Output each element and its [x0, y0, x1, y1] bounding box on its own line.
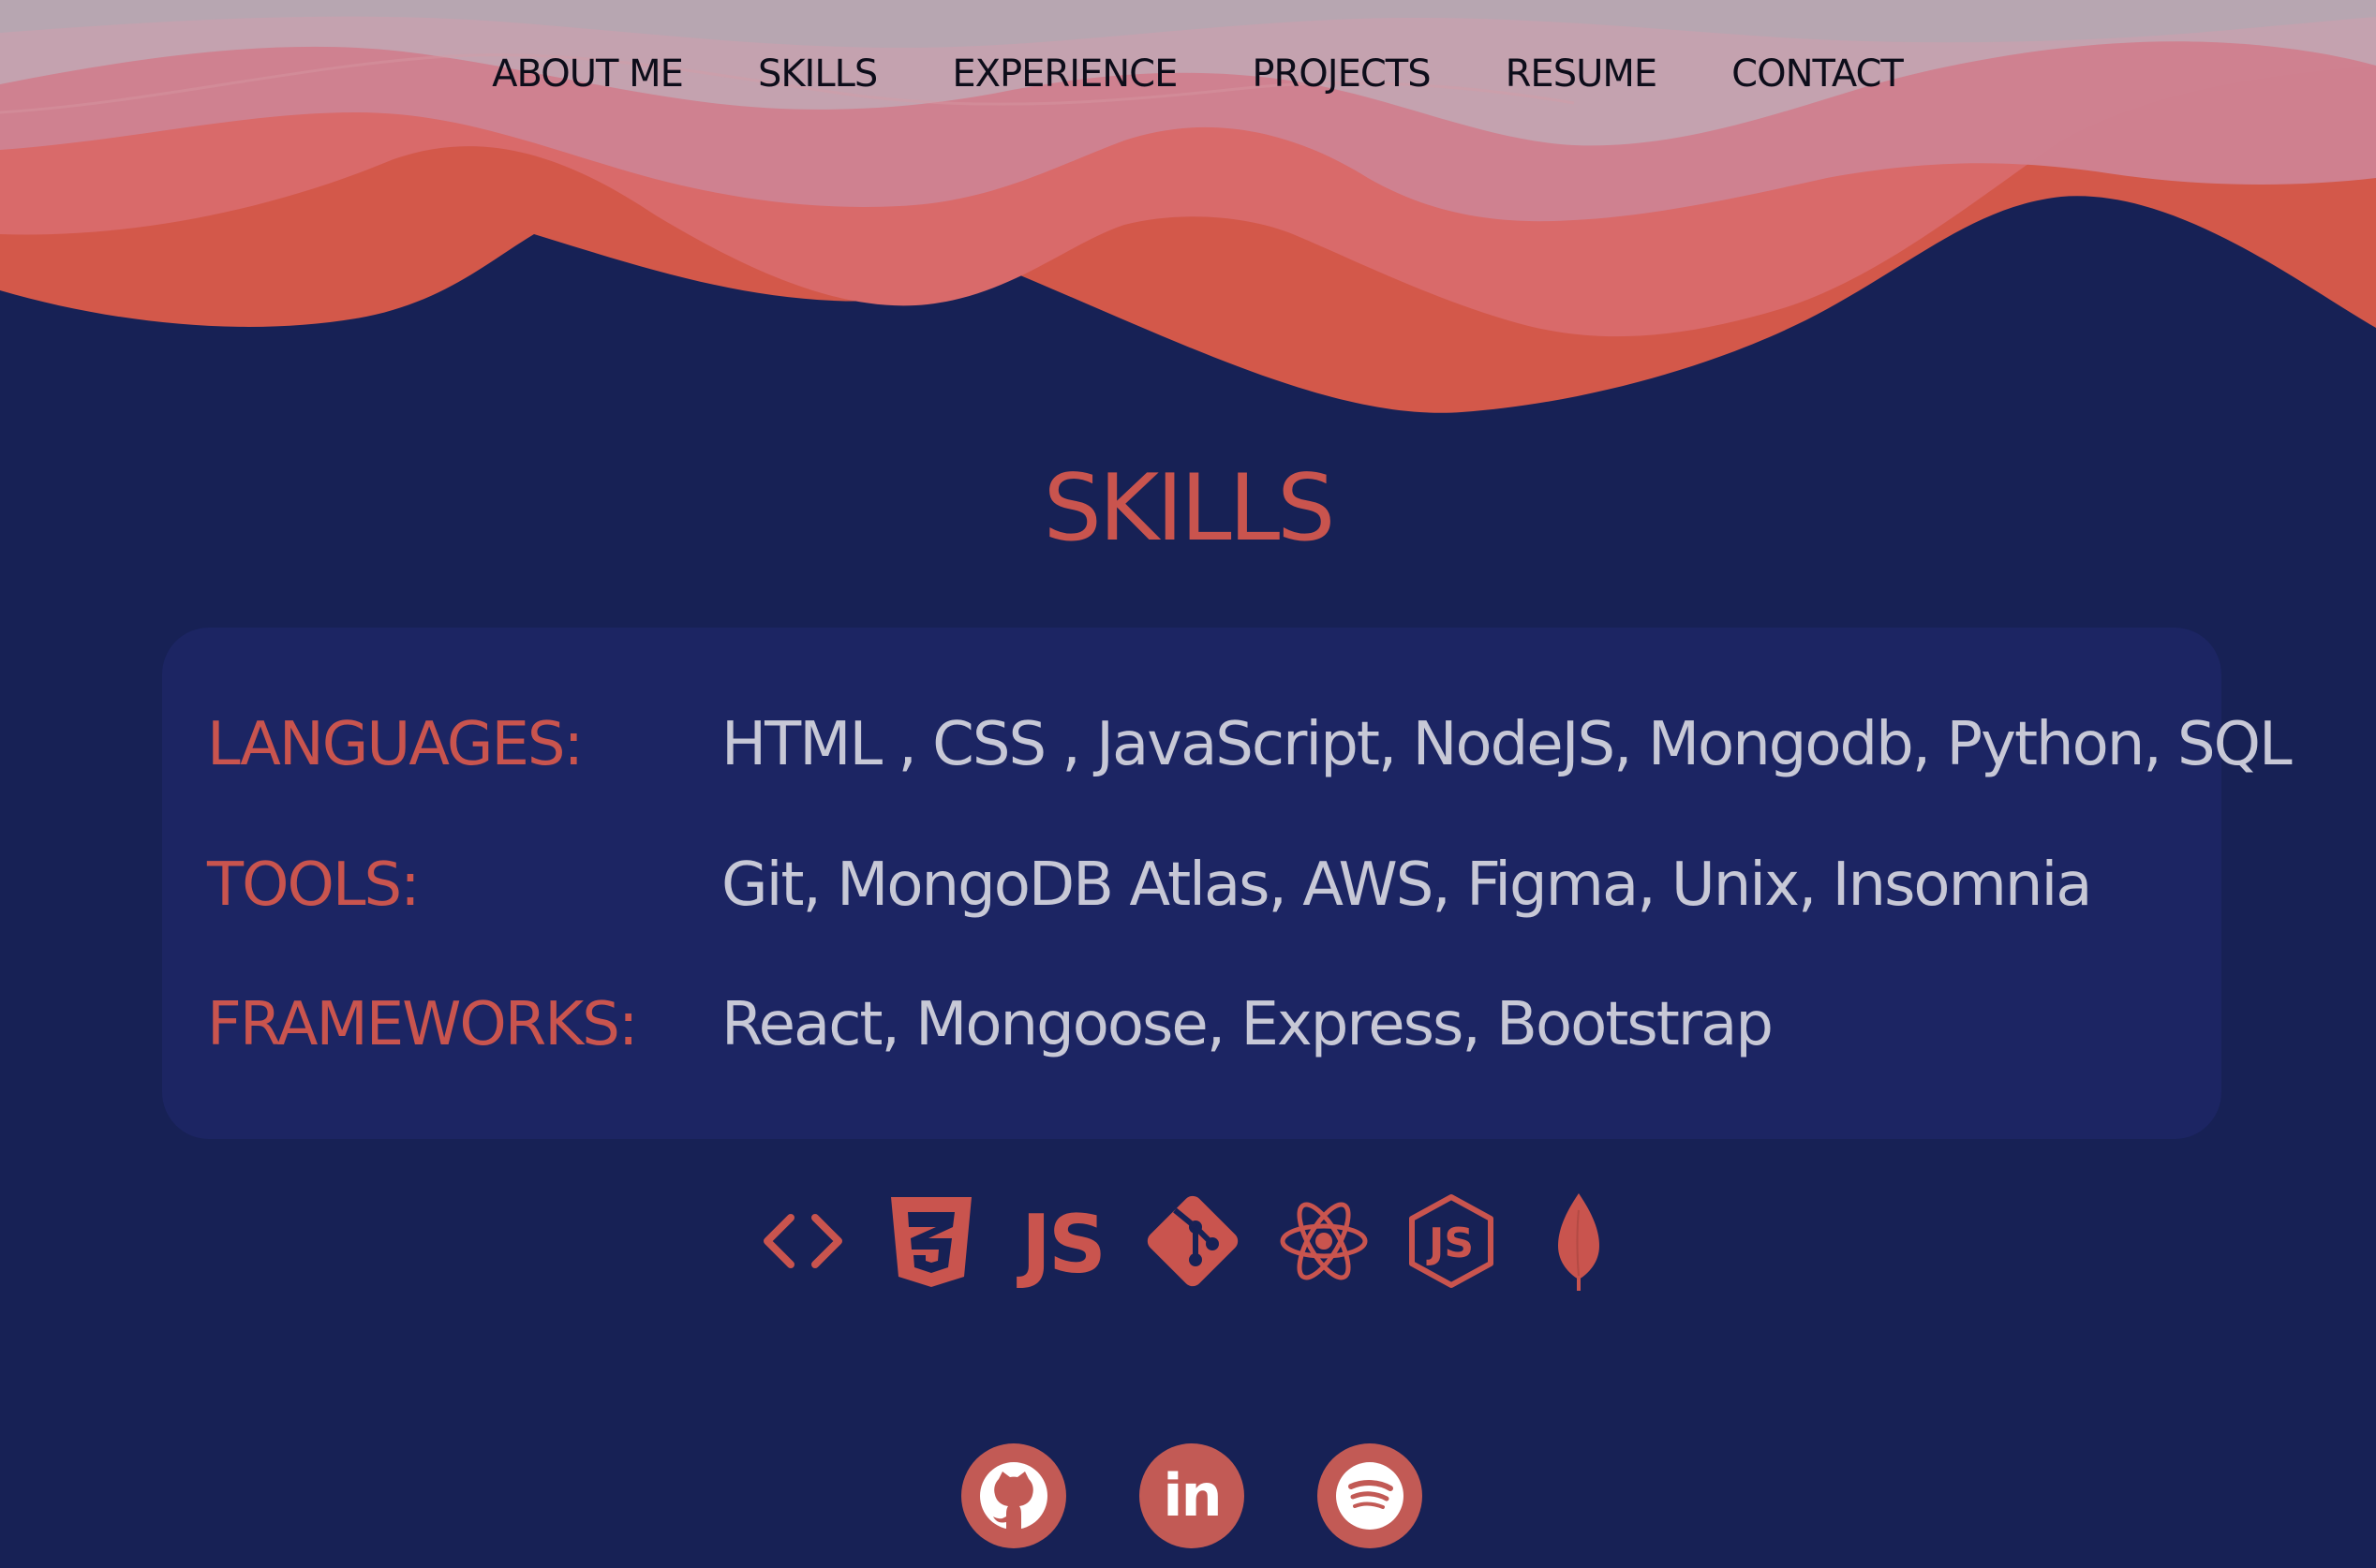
skill-label: FRAMEWORKS: — [207, 990, 638, 1059]
git-icon — [1141, 1190, 1244, 1293]
css3-icon — [880, 1190, 983, 1293]
nav-link-resume[interactable]: RESUME — [1506, 52, 1658, 96]
skill-label: TOOLS: — [207, 851, 421, 920]
skill-value: React, Mongoose, Express, Bootstrap — [721, 990, 1774, 1059]
skill-label: LANGUAGES: — [207, 710, 584, 779]
github-button[interactable] — [961, 1443, 1066, 1548]
section-title-skills: SKILLS — [1043, 455, 1336, 562]
nav-link-contact[interactable]: CONTACT — [1731, 52, 1904, 96]
skill-row-frameworks: FRAMEWORKS: React, Mongoose, Express, Bo… — [162, 990, 2221, 1074]
skill-row-languages: LANGUAGES: HTML , CSS , JavaScript, Node… — [162, 710, 2293, 794]
nav-link-skills[interactable]: SKILLS — [758, 52, 878, 96]
nav-link-about-me[interactable]: ABOUT ME — [492, 52, 684, 96]
nodejs-icon: JS — [1400, 1190, 1503, 1293]
linkedin-icon: in — [1163, 1461, 1222, 1530]
nav-link-experience[interactable]: EXPERIENCE — [952, 52, 1178, 96]
javascript-icon: JS — [1011, 1190, 1114, 1293]
svg-text:JS: JS — [1426, 1220, 1474, 1267]
linkedin-button[interactable]: in — [1139, 1443, 1244, 1548]
social-links: in — [0, 1443, 2376, 1548]
html-code-icon — [751, 1190, 854, 1293]
tech-icons-row: JS JS — [0, 1190, 2376, 1293]
page: ABOUT ME SKILLS EXPERIENCE PROJECTS RESU… — [0, 0, 2376, 1568]
skills-card: LANGUAGES: HTML , CSS , JavaScript, Node… — [162, 628, 2293, 1139]
spotify-icon — [1336, 1462, 1403, 1530]
nav-link-projects[interactable]: PROJECTS — [1252, 52, 1431, 96]
spotify-button[interactable] — [1317, 1443, 1422, 1548]
skill-value: HTML , CSS , JavaScript, NodeJS, Mongodb… — [721, 710, 2293, 779]
main-nav: ABOUT ME SKILLS EXPERIENCE PROJECTS RESU… — [0, 52, 2376, 96]
react-icon — [1272, 1190, 1375, 1293]
skill-row-tools: TOOLS: Git, MongoDB Atlas, AWS, Figma, U… — [162, 851, 2221, 935]
svg-text:in: in — [1163, 1461, 1220, 1530]
svg-text:JS: JS — [1017, 1198, 1104, 1292]
skill-value: Git, MongoDB Atlas, AWS, Figma, Unix, In… — [721, 851, 2092, 920]
mongodb-icon — [1527, 1190, 1630, 1293]
github-icon — [980, 1462, 1047, 1530]
